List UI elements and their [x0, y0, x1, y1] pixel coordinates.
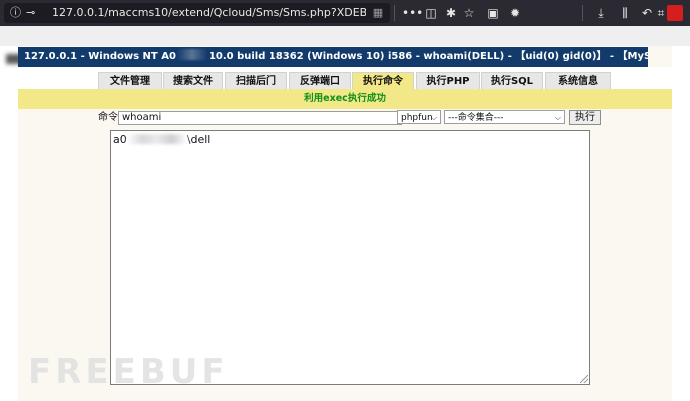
command-preset-select[interactable]: ---命令集合--- ⌵	[444, 110, 565, 124]
tab-execute-sql[interactable]: 执行SQL	[481, 72, 543, 90]
function-select[interactable]: phpfun ⌵	[397, 110, 441, 124]
chevron-down-icon: ⌵	[554, 113, 561, 122]
execute-button[interactable]: 执行	[569, 110, 601, 125]
success-message: 利用exec执行成功	[18, 89, 672, 109]
bookmark-icon[interactable]: ▣	[484, 5, 502, 21]
address-bar[interactable]: ⓘ ⊸ 127.0.0.1/maccms10/extend/Qcloud/Sms…	[4, 3, 390, 23]
server-host: 127.0.0.1	[24, 51, 78, 62]
tab-scan-backdoor[interactable]: 扫描后门	[225, 72, 287, 90]
redacted-hostname	[126, 134, 187, 144]
redacted-hostname	[176, 49, 207, 60]
bug-icon[interactable]: ✱	[442, 5, 460, 21]
tab-execute-command[interactable]: 执行命令	[352, 72, 414, 90]
gear-icon[interactable]: ✹	[506, 5, 524, 21]
qr-icon[interactable]: ▦	[368, 6, 388, 20]
info-icon[interactable]: ⓘ	[10, 6, 21, 20]
url-text[interactable]: 127.0.0.1/maccms10/extend/Qcloud/Sms/Sms…	[52, 6, 366, 20]
toolbar-separator	[582, 5, 583, 21]
toolbar-separator	[394, 5, 395, 21]
pin-icon[interactable]	[667, 5, 683, 21]
pocket-icon[interactable]: ◫	[422, 5, 440, 21]
freebuf-watermark: FREEBUF	[28, 352, 229, 392]
resize-grip-icon[interactable]	[580, 375, 588, 383]
tab-reverse-port[interactable]: 反弹端口	[289, 72, 351, 90]
output-suffix: \dell	[186, 133, 211, 146]
server-info-bar: 127.0.0.1 - Windows NT A0 10.0 build 1836…	[18, 47, 648, 67]
tab-system-info[interactable]: 系统信息	[545, 72, 611, 90]
function-select-value: phpfun	[401, 113, 433, 123]
command-input[interactable]: whoami	[118, 111, 402, 125]
browser-toolbar: ⓘ ⊸ 127.0.0.1/maccms10/extend/Qcloud/Sms…	[0, 0, 690, 26]
server-os-prefix: Windows NT A0	[88, 51, 176, 62]
command-preset-value: ---命令集合---	[448, 113, 504, 123]
chevron-down-icon: ⌵	[430, 113, 437, 122]
download-icon[interactable]: ⤓	[592, 5, 610, 21]
tab-file-manager[interactable]: 文件管理	[98, 72, 162, 90]
bookmarks-bar	[0, 26, 690, 64]
more-icon[interactable]: •••	[402, 5, 423, 21]
library-icon[interactable]: ⫼	[616, 5, 634, 21]
key-icon[interactable]: ⊸	[26, 6, 35, 20]
tab-search-files[interactable]: 搜索文件	[163, 72, 223, 90]
output-prefix: a0	[113, 133, 127, 146]
star-icon[interactable]: ☆	[460, 5, 478, 21]
tab-execute-php[interactable]: 执行PHP	[416, 72, 480, 90]
command-output[interactable]: a0 \dell	[110, 130, 590, 385]
command-label: 命令	[98, 112, 118, 123]
output-text: a0 \dell	[113, 133, 210, 147]
server-os-suffix: 10.0 build 18362 (Windows 10) i586 - who…	[208, 51, 648, 62]
